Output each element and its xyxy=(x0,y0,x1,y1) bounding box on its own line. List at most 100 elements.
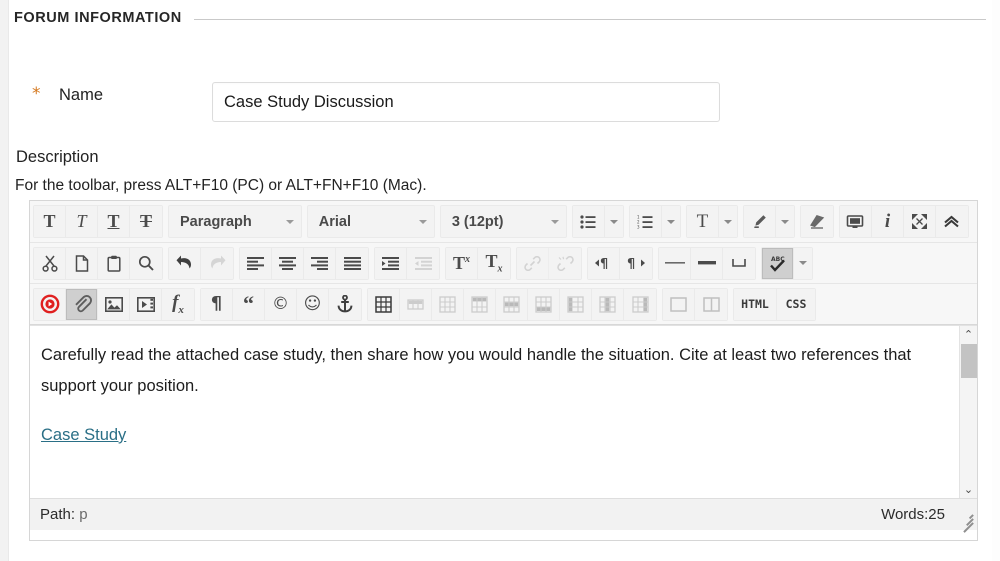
cut-icon[interactable] xyxy=(34,248,66,279)
highlight-color-group xyxy=(743,205,795,238)
editor-content[interactable]: Carefully read the attached case study, … xyxy=(30,326,977,451)
copyright-icon[interactable]: © xyxy=(265,289,297,320)
unlink-icon[interactable] xyxy=(549,248,581,279)
insert-col-after-icon[interactable] xyxy=(592,289,624,320)
editor-toolbar: T T T T Paragraph xyxy=(30,201,977,325)
media-group: fx xyxy=(33,288,195,321)
strikethrough-icon[interactable]: T xyxy=(130,206,162,237)
table-cell-props-icon[interactable] xyxy=(432,289,464,320)
bullet-list-icon[interactable] xyxy=(573,206,605,237)
paragraph-format-value: Paragraph xyxy=(180,214,252,230)
attach-file-icon[interactable] xyxy=(66,289,98,320)
preview-icon[interactable] xyxy=(840,206,872,237)
undo-icon[interactable] xyxy=(169,248,201,279)
word-count: Words:25 xyxy=(881,506,945,523)
align-left-icon[interactable] xyxy=(240,248,272,279)
section-divider xyxy=(194,19,986,20)
spellcheck-options-icon[interactable] xyxy=(794,248,812,279)
delete-row-icon[interactable] xyxy=(528,289,560,320)
numbered-list-options-icon[interactable] xyxy=(662,206,680,237)
subscript-icon[interactable]: Tx xyxy=(478,248,510,279)
forum-information-page: FORUM INFORMATION * Name Description For… xyxy=(0,0,1000,561)
bullet-list-options-icon[interactable] xyxy=(605,206,623,237)
left-gutter xyxy=(0,0,8,561)
scroll-up-icon[interactable]: ⌃ xyxy=(960,326,977,343)
info-icon[interactable]: i xyxy=(872,206,904,237)
find-replace-icon[interactable] xyxy=(130,248,162,279)
copy-icon[interactable] xyxy=(66,248,98,279)
insert-table-icon[interactable] xyxy=(368,289,400,320)
spellcheck-group: ABC xyxy=(761,247,813,280)
insert-row-above-icon[interactable] xyxy=(464,289,496,320)
horizontal-rule-icon[interactable] xyxy=(659,248,691,279)
highlight-color-icon[interactable] xyxy=(744,206,776,237)
indent-icon[interactable] xyxy=(375,248,407,279)
superscript-icon[interactable]: Tx xyxy=(446,248,478,279)
name-label: Name xyxy=(59,86,103,105)
alignment-group xyxy=(239,247,369,280)
section-header: FORUM INFORMATION xyxy=(14,6,986,30)
scrollbar-thumb[interactable] xyxy=(961,344,977,378)
scroll-down-icon[interactable]: ⌄ xyxy=(960,481,977,498)
delete-col-icon[interactable] xyxy=(624,289,656,320)
record-icon[interactable] xyxy=(34,289,66,320)
paste-icon[interactable] xyxy=(98,248,130,279)
fullscreen-icon[interactable] xyxy=(904,206,936,237)
name-input[interactable] xyxy=(212,82,720,122)
insert-math-icon[interactable]: fx xyxy=(162,289,194,320)
italic-icon[interactable]: T xyxy=(66,206,98,237)
collapse-toolbar-icon[interactable] xyxy=(936,206,968,237)
redo-icon[interactable] xyxy=(201,248,233,279)
chevron-down-icon xyxy=(551,220,559,224)
paragraph-mark-icon[interactable]: ¶ xyxy=(201,289,233,320)
nonbreaking-space-icon[interactable] xyxy=(723,248,755,279)
insert-image-icon[interactable] xyxy=(98,289,130,320)
text-direction-group: ¶ ¶ xyxy=(587,247,653,280)
editor-tools-group: i xyxy=(839,205,969,238)
path-value[interactable]: p xyxy=(79,506,87,523)
history-group xyxy=(168,247,234,280)
resize-handle[interactable] xyxy=(959,512,973,526)
font-family-select[interactable]: Arial xyxy=(307,205,435,238)
rtl-icon[interactable]: ¶ xyxy=(620,248,652,279)
insert-symbols-group: ¶ “ © ☺ xyxy=(200,288,362,321)
bold-icon[interactable]: T xyxy=(34,206,66,237)
ltr-icon[interactable]: ¶ xyxy=(588,248,620,279)
remove-formatting-icon[interactable] xyxy=(801,206,833,237)
blockquote-icon[interactable]: “ xyxy=(233,289,265,320)
table-row-props-icon[interactable] xyxy=(400,289,432,320)
columns-icon[interactable] xyxy=(695,289,727,320)
element-path[interactable]: Path: p xyxy=(40,506,88,523)
font-size-select[interactable]: 3 (12pt) xyxy=(440,205,567,238)
outdent-icon[interactable] xyxy=(407,248,439,279)
align-right-icon[interactable] xyxy=(304,248,336,279)
editor-vertical-scrollbar[interactable]: ⌃ ⌄ xyxy=(959,326,977,498)
numbered-list-icon[interactable]: 1 2 3 xyxy=(630,206,662,237)
insert-col-before-icon[interactable] xyxy=(560,289,592,320)
left-gutter-divider xyxy=(8,0,9,561)
insert-link-icon[interactable] xyxy=(517,248,549,279)
insert-row-below-icon[interactable] xyxy=(496,289,528,320)
source-code-group: HTML CSS xyxy=(733,288,816,321)
spellcheck-icon[interactable]: ABC xyxy=(762,248,794,279)
align-center-icon[interactable] xyxy=(272,248,304,279)
anchor-icon[interactable] xyxy=(329,289,361,320)
text-color-options-icon[interactable] xyxy=(719,206,737,237)
css-code-icon[interactable]: CSS xyxy=(777,289,815,320)
text-color-group: T xyxy=(686,205,738,238)
container-icon[interactable] xyxy=(663,289,695,320)
paragraph-format-select[interactable]: Paragraph xyxy=(168,205,302,238)
highlight-color-options-icon[interactable] xyxy=(776,206,794,237)
script-group: Tx Tx xyxy=(445,247,511,280)
text-color-icon[interactable]: T xyxy=(687,206,719,237)
emoticon-icon[interactable]: ☺ xyxy=(297,289,329,320)
underline-icon[interactable]: T xyxy=(98,206,130,237)
html-code-label: HTML xyxy=(741,297,769,311)
align-justify-icon[interactable] xyxy=(336,248,368,279)
page-break-icon[interactable] xyxy=(691,248,723,279)
case-study-link[interactable]: Case Study xyxy=(41,426,126,444)
editor-content-area[interactable]: Carefully read the attached case study, … xyxy=(30,325,977,498)
insert-video-icon[interactable] xyxy=(130,289,162,320)
remove-formatting-group xyxy=(800,205,834,238)
html-code-icon[interactable]: HTML xyxy=(734,289,777,320)
